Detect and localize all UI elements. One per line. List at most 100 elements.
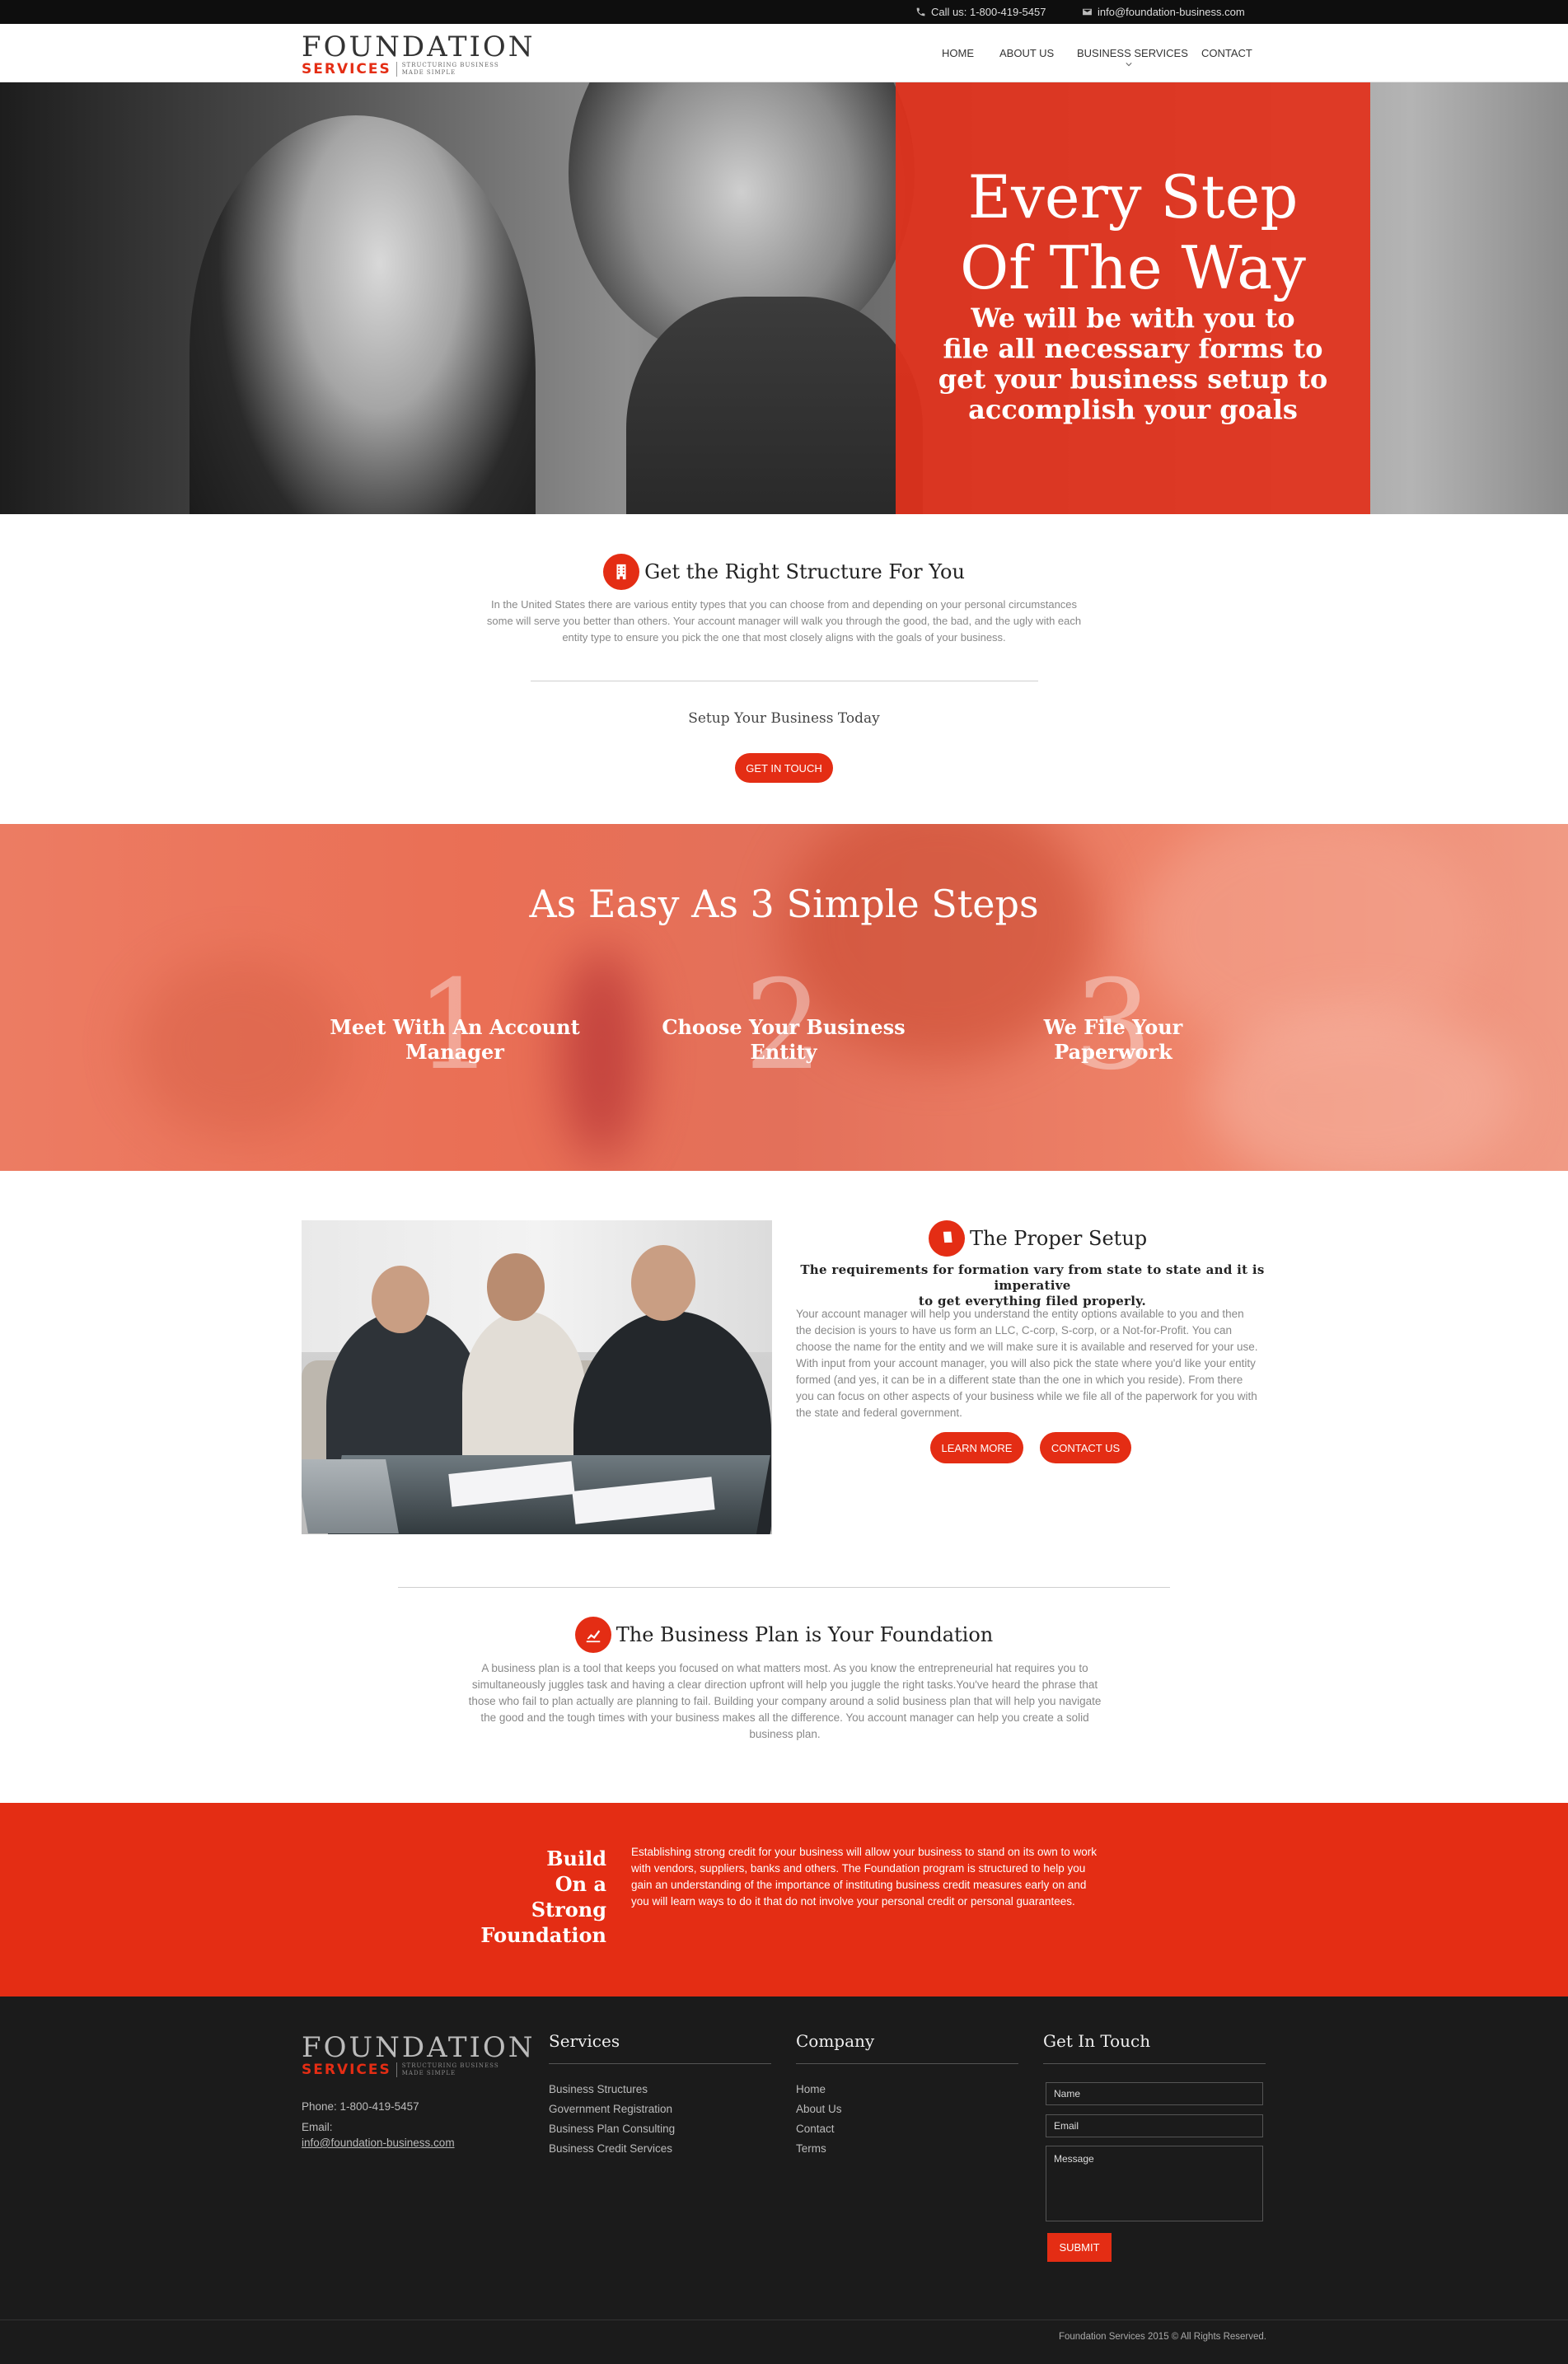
footer-link-contact[interactable]: Contact: [796, 2123, 835, 2135]
topbar-phone[interactable]: Call us: 1-800-419-5457: [915, 6, 1046, 18]
photo-laptop: [302, 1459, 399, 1533]
step-2: 2 Choose Your Business Entity: [652, 964, 915, 1088]
hero-subtitle: We will be with you to file all necessar…: [896, 303, 1370, 425]
proper-setup-title: The Proper Setup: [970, 1227, 1148, 1250]
business-plan-body: A business plan is a tool that keeps you…: [468, 1662, 1102, 1740]
hero-banner: Every Step Of The Way We will be with yo…: [0, 82, 1568, 514]
logo-sub: SERVICES: [302, 62, 397, 77]
proper-setup-body: Your account manager will help you under…: [796, 1308, 1258, 1419]
step-1: 1 Meet With An Account Manager: [323, 964, 587, 1088]
build-title-line-2: On a: [555, 1872, 606, 1896]
footer-link-business-structures[interactable]: Business Structures: [549, 2083, 648, 2095]
step-3-label: We File Your Paperwork: [981, 1015, 1245, 1065]
footer-submit-button[interactable]: SUBMIT: [1047, 2233, 1112, 2262]
site-footer: FOUNDATION SERVICES STRUCTURING BUSINESS…: [0, 1997, 1568, 2364]
footer-logo-name: FOUNDATION: [302, 2031, 536, 2064]
logo-tagline-2: MADE SIMPLE: [401, 69, 456, 76]
footer-company-divider: [796, 2063, 1018, 2064]
footer-get-in-touch-divider: [1043, 2063, 1266, 2064]
envelope-icon: [1083, 8, 1092, 16]
footer-get-in-touch-title: Get In Touch: [1043, 2031, 1151, 2051]
hero-photo-woman: [190, 115, 536, 514]
structure-title: Get the Right Structure For You: [644, 560, 965, 583]
build-title-line-3: Strong: [531, 1898, 606, 1922]
footer-phone: Phone: 1-800-419-5457: [302, 2100, 419, 2113]
topbar-email[interactable]: info@foundation-business.com: [1082, 6, 1245, 18]
setup-business-text: Setup Your Business Today: [688, 710, 880, 727]
footer-logo-tagline-1: STRUCTURING BUSINESS: [401, 2062, 499, 2069]
logo-name: FOUNDATION: [302, 30, 536, 63]
steps-bg-blob-5: [1203, 1005, 1516, 1171]
learn-more-button[interactable]: LEARN MORE: [930, 1432, 1023, 1463]
phone-icon: [916, 7, 925, 16]
steps-title: As Easy As 3 Simple Steps: [529, 882, 1039, 926]
nav-contact[interactable]: CONTACT: [1201, 47, 1252, 59]
business-plan-title: The Business Plan is Your Foundation: [615, 1623, 994, 1646]
structure-heading: Get the Right Structure For You: [0, 554, 1568, 590]
nav-business-services[interactable]: BUSINESS SERVICES: [1077, 47, 1188, 59]
site-header: FOUNDATION SERVICES STRUCTURING BUSINESS…: [0, 24, 1568, 82]
footer-email-label: Email:: [302, 2121, 333, 2133]
footer-logo[interactable]: FOUNDATION SERVICES STRUCTURING BUSINESS…: [302, 2033, 536, 2077]
footer-link-about-us[interactable]: About Us: [796, 2103, 842, 2115]
chevron-down-icon: [1126, 63, 1132, 67]
footer-email-field[interactable]: Email: [1046, 2114, 1263, 2137]
footer-copyright: Foundation Services 2015 © All Rights Re…: [1058, 2332, 1266, 2342]
footer-link-terms[interactable]: Terms: [796, 2142, 826, 2155]
footer-link-business-credit-services[interactable]: Business Credit Services: [549, 2142, 672, 2155]
build-foundation-band: Build On a Strong Foundation Establishin…: [0, 1803, 1568, 1997]
hero-title-line-1: Every Step: [967, 162, 1299, 232]
step-2-label-line-1: Choose Your Business: [662, 1015, 906, 1039]
footer-logo-sub: SERVICES: [302, 2062, 397, 2077]
step-1-label-line-1: Meet With An Account Manager: [330, 1015, 580, 1064]
contact-us-button[interactable]: CONTACT US: [1040, 1432, 1131, 1463]
build-title-line-1: Build: [546, 1847, 606, 1870]
hero-subtitle-line-4: accomplish your goals: [968, 394, 1298, 425]
structure-line-3: entity type to ensure you pick the one t…: [562, 631, 1006, 644]
photo-head-left: [372, 1266, 429, 1333]
steps-section: As Easy As 3 Simple Steps 1 Meet With An…: [0, 824, 1568, 1171]
logo-tagline-1: STRUCTURING BUSINESS: [401, 62, 499, 68]
hero-title: Every Step Of The Way: [896, 162, 1370, 303]
footer-email-link[interactable]: info@foundation-business.com: [302, 2137, 455, 2149]
topbar-email-text: info@foundation-business.com: [1098, 6, 1245, 18]
build-body: Establishing strong credit for your busi…: [631, 1846, 1098, 1908]
nav-home[interactable]: HOME: [942, 47, 974, 59]
step-2-label: Choose Your Business Entity: [652, 1015, 915, 1065]
proper-setup-lead-line-1: The requirements for formation vary from…: [800, 1262, 1265, 1293]
hero-red-panel: Every Step Of The Way We will be with yo…: [896, 82, 1370, 514]
step-3-label-line-2: Paperwork: [1054, 1040, 1172, 1064]
footer-link-business-plan-consulting[interactable]: Business Plan Consulting: [549, 2123, 675, 2135]
photo-head-woman: [487, 1253, 545, 1321]
step-2-label-line-2: Entity: [750, 1040, 817, 1064]
consultation-photo: [302, 1220, 772, 1534]
footer-link-government-registration[interactable]: Government Registration: [549, 2103, 672, 2115]
step-1-label: Meet With An Account Manager: [323, 1015, 587, 1065]
build-title-line-4: Foundation: [480, 1923, 606, 1947]
structure-paragraph: In the United States there are various e…: [412, 597, 1156, 646]
nav-about-us[interactable]: ABOUT US: [999, 47, 1054, 59]
build-title: Build On a Strong Foundation: [461, 1846, 606, 1948]
get-in-touch-button[interactable]: GET IN TOUCH: [735, 753, 833, 783]
footer-services-divider: [549, 2063, 771, 2064]
business-plan-divider: [398, 1587, 1170, 1588]
hero-subtitle-line-1: We will be with you to: [971, 302, 1295, 334]
building-icon: [603, 554, 640, 590]
footer-link-home[interactable]: Home: [796, 2083, 826, 2095]
footer-logo-tagline-2: MADE SIMPLE: [401, 2070, 456, 2076]
footer-name-field[interactable]: Name: [1046, 2082, 1263, 2105]
footer-company-title: Company: [796, 2031, 875, 2051]
photo-woman: [462, 1311, 586, 1476]
footer-message-field[interactable]: Message: [1046, 2146, 1263, 2221]
business-plan-heading: The Business Plan is Your Foundation: [0, 1617, 1568, 1653]
top-bar: Call us: 1-800-419-5457 info@foundation-…: [0, 0, 1568, 24]
topbar-phone-text: Call us: 1-800-419-5457: [931, 6, 1046, 18]
photo-head-right: [631, 1245, 695, 1321]
steps-bg-blob-3: [132, 956, 346, 1137]
site-logo[interactable]: FOUNDATION SERVICES STRUCTURING BUSINESS…: [302, 32, 536, 77]
footer-services-title: Services: [549, 2031, 620, 2051]
document-icon: [929, 1220, 965, 1257]
step-3: 3 We File Your Paperwork: [981, 964, 1245, 1088]
structure-line-2: some will serve you better than others. …: [486, 615, 1082, 627]
hero-title-line-2: Of The Way: [960, 233, 1306, 302]
